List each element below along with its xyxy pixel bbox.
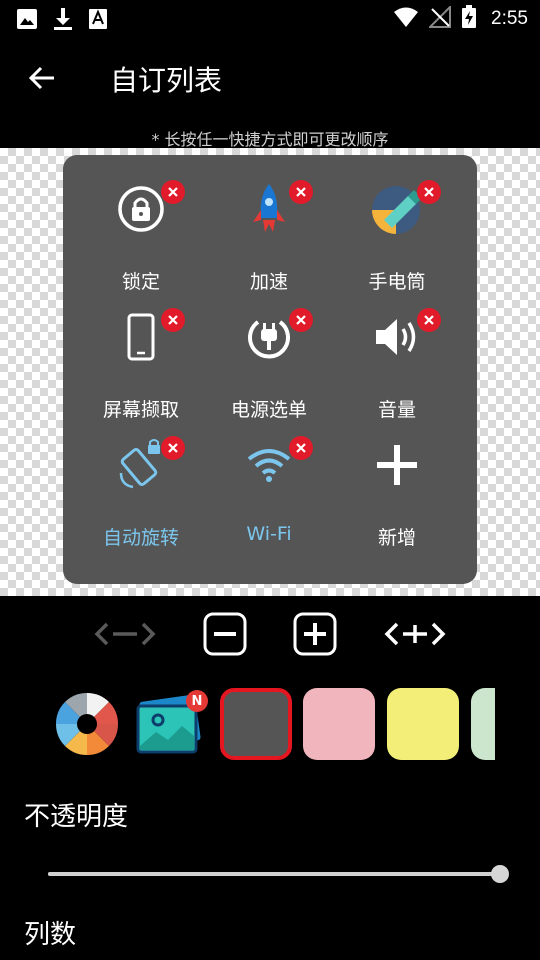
remove-button[interactable] [417, 308, 441, 332]
color-wheel-swatch[interactable] [54, 688, 126, 760]
wifi-icon [393, 6, 419, 32]
shrink-width-button[interactable] [90, 608, 160, 660]
preview-area: 锁定 加速 手电筒 屏幕撷取 电源选单 音量 自动旋转 Wi-Fi 新增 [0, 148, 540, 596]
download-icon [52, 7, 74, 35]
size-controls [0, 608, 540, 660]
tile-boost[interactable]: 加速 [205, 175, 333, 303]
color-swatches: N [54, 688, 495, 762]
close-icon [296, 315, 306, 325]
opacity-slider[interactable] [48, 864, 509, 884]
no-signal-icon [427, 4, 452, 32]
remove-button[interactable] [289, 308, 313, 332]
tile-label: 加速 [249, 271, 288, 293]
tile-volume[interactable]: 音量 [333, 303, 461, 431]
mint-swatch[interactable] [471, 688, 495, 760]
status-bar: 2:55 [0, 0, 540, 36]
page-title: 自订列表 [110, 64, 223, 97]
remove-button[interactable] [161, 180, 185, 204]
battery-charging-icon [461, 5, 477, 33]
tile-wifi[interactable]: Wi-Fi [205, 431, 333, 559]
slider-thumb[interactable] [491, 865, 509, 883]
new-badge: N [186, 690, 208, 712]
tile-lock[interactable]: 锁定 [77, 175, 205, 303]
tile-label: 锁定 [121, 271, 160, 293]
remove-button[interactable] [417, 180, 441, 204]
tile-label: 音量 [377, 399, 416, 421]
remove-button[interactable] [161, 308, 185, 332]
tile-power-menu[interactable]: 电源选单 [205, 303, 333, 431]
tile-screenshot[interactable]: 屏幕撷取 [77, 303, 205, 431]
remove-button[interactable] [161, 436, 185, 460]
color-wheel-icon [55, 692, 119, 756]
close-icon [168, 443, 178, 453]
close-icon [424, 187, 434, 197]
reorder-hint: * 长按任一快捷方式即可更改顺序 [151, 130, 389, 149]
wallpaper-swatch[interactable]: N [136, 688, 208, 760]
opacity-label: 不透明度 [24, 802, 129, 832]
tile-label: 电源选单 [230, 399, 307, 421]
image-icon [16, 8, 38, 34]
shortcut-panel: 锁定 加速 手电筒 屏幕撷取 电源选单 音量 自动旋转 Wi-Fi 新增 [63, 155, 477, 584]
close-icon [296, 443, 306, 453]
gray-swatch[interactable] [220, 688, 292, 760]
plus-button[interactable] [292, 608, 338, 660]
expand-width-icon [384, 622, 446, 646]
close-icon [296, 187, 306, 197]
expand-width-button[interactable] [380, 608, 450, 660]
tile-label: Wi-Fi [246, 523, 292, 545]
shrink-width-icon [94, 622, 156, 646]
toolbar: 自订列表 [0, 40, 540, 116]
font-a-icon [88, 8, 108, 34]
close-icon [424, 315, 434, 325]
arrow-left-icon [28, 66, 54, 90]
back-button[interactable] [22, 58, 62, 98]
minus-icon [203, 612, 247, 656]
slider-fill [48, 872, 500, 876]
tile-flashlight[interactable]: 手电筒 [333, 175, 461, 303]
plus-icon [293, 612, 337, 656]
tile-label: 新增 [377, 527, 416, 549]
tile-add[interactable]: 新增 [333, 431, 461, 559]
tile-label: 手电筒 [368, 271, 426, 293]
minus-button[interactable] [202, 608, 248, 660]
tile-auto-rotate[interactable]: 自动旋转 [77, 431, 205, 559]
plus-icon [367, 435, 427, 495]
status-time: 2:55 [491, 8, 528, 29]
tile-label: 屏幕撷取 [102, 399, 179, 421]
remove-button[interactable] [289, 180, 313, 204]
close-icon [168, 315, 178, 325]
pink-swatch[interactable] [303, 688, 375, 760]
tile-label: 自动旋转 [102, 527, 179, 549]
yellow-swatch[interactable] [387, 688, 459, 760]
close-icon [168, 187, 178, 197]
shortcut-grid: 锁定 加速 手电筒 屏幕撷取 电源选单 音量 自动旋转 Wi-Fi 新增 [77, 175, 463, 559]
remove-button[interactable] [289, 436, 313, 460]
columns-label: 列数 [24, 920, 77, 950]
